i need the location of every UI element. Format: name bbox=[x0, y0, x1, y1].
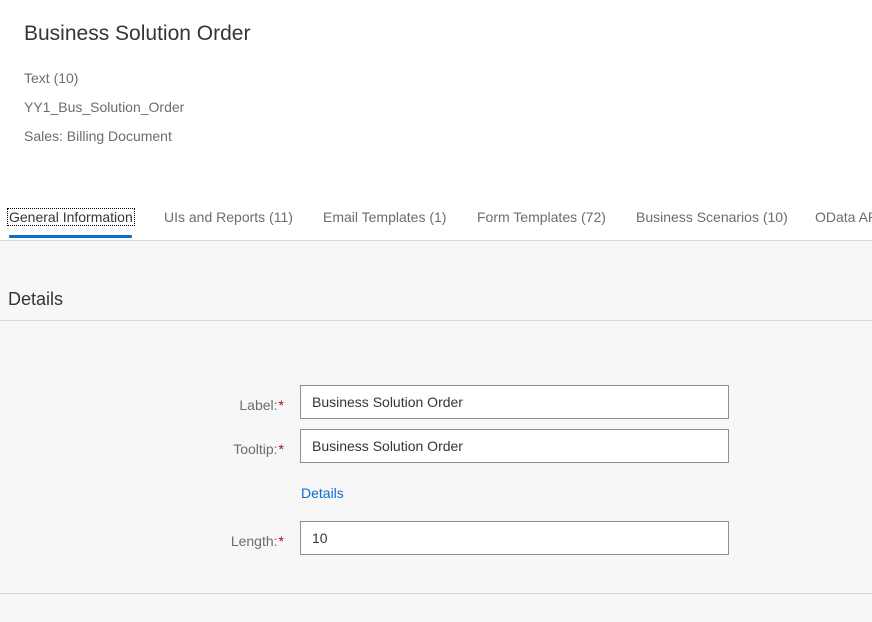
required-indicator: * bbox=[278, 533, 284, 549]
length-text: Length: bbox=[230, 533, 278, 549]
required-indicator: * bbox=[278, 441, 284, 457]
tab-general-information[interactable]: General Information bbox=[7, 208, 135, 226]
required-indicator: * bbox=[278, 397, 284, 413]
length-field-label: Length:* bbox=[0, 533, 284, 549]
tab-label: Business Scenarios (10) bbox=[636, 209, 788, 225]
label-field-label: Label:* bbox=[0, 397, 284, 413]
tab-uis-and-reports[interactable]: UIs and Reports (11) bbox=[164, 209, 293, 225]
field-identifier: YY1_Bus_Solution_Order bbox=[24, 99, 185, 115]
tooltip-text: Tooltip: bbox=[233, 441, 278, 457]
tab-business-scenarios[interactable]: Business Scenarios (10) bbox=[636, 209, 788, 225]
label-text: Label: bbox=[239, 397, 278, 413]
details-section: Details Label:* Tooltip:* Details Length… bbox=[0, 241, 872, 622]
section-divider bbox=[0, 320, 872, 321]
section-title: Details bbox=[8, 289, 64, 309]
tab-label: Form Templates (72) bbox=[477, 209, 606, 225]
tab-label: Email Templates (1) bbox=[323, 209, 447, 225]
field-type: Text (10) bbox=[24, 70, 79, 86]
details-link[interactable]: Details bbox=[301, 485, 344, 501]
tab-label: General Information bbox=[7, 208, 135, 226]
object-header: Business Solution Order Text (10) YY1_Bu… bbox=[0, 0, 872, 200]
tooltip-input[interactable] bbox=[300, 429, 729, 463]
length-input[interactable] bbox=[300, 521, 729, 555]
tooltip-field-label: Tooltip:* bbox=[0, 441, 284, 457]
tab-email-templates[interactable]: Email Templates (1) bbox=[323, 209, 446, 225]
tab-form-templates[interactable]: Form Templates (72) bbox=[477, 209, 606, 225]
tab-odata-api[interactable]: OData API bbox=[815, 209, 872, 225]
bottom-divider bbox=[0, 593, 872, 594]
business-context: Sales: Billing Document bbox=[24, 128, 172, 144]
active-tab-indicator bbox=[9, 235, 132, 238]
tab-label: OData API bbox=[815, 209, 872, 225]
page-title: Business Solution Order bbox=[24, 22, 251, 45]
tab-label: UIs and Reports (11) bbox=[164, 209, 293, 225]
label-input[interactable] bbox=[300, 385, 729, 419]
